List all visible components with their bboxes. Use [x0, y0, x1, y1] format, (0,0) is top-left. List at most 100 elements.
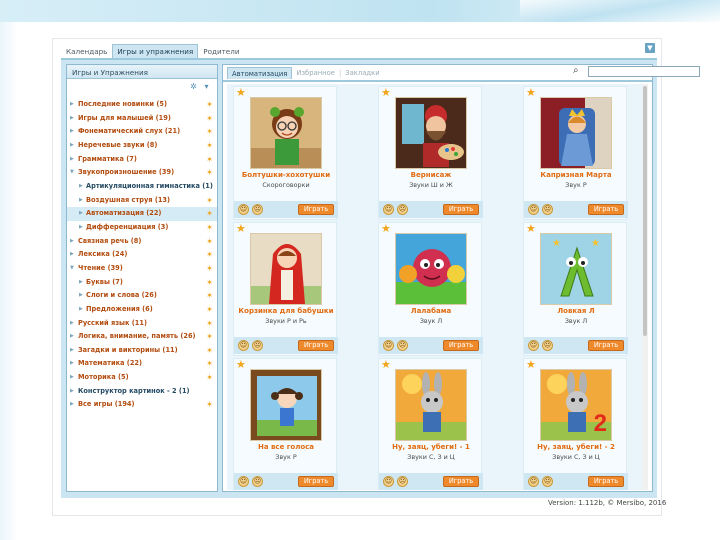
category-item[interactable]: ▶ Связная речь (8) ✶ — [67, 235, 217, 249]
search-input[interactable] — [588, 66, 700, 77]
smiley-icon[interactable]: ☺ — [383, 476, 394, 487]
play-button[interactable]: Играть — [443, 204, 479, 215]
game-thumbnail[interactable] — [395, 97, 467, 169]
smiley-icon[interactable]: ☺ — [528, 340, 539, 351]
mood-icon[interactable]: ☹ — [397, 340, 408, 351]
search-icon[interactable]: ⌕ — [573, 65, 585, 77]
category-item[interactable]: ▶ Воздушная струя (13) ✶ — [67, 194, 217, 208]
collapsed-arrow-icon[interactable]: ▶ — [70, 153, 74, 167]
category-item[interactable]: ▶ Лексика (24) ✶ — [67, 248, 217, 262]
collapsed-arrow-icon[interactable]: ▶ — [70, 398, 74, 412]
play-button[interactable]: Играть — [588, 340, 624, 351]
collapsed-arrow-icon[interactable]: ▶ — [70, 385, 74, 399]
category-item[interactable]: ▶ Загадки и викторины (11) ✶ — [67, 344, 217, 358]
category-item[interactable]: ▶ Последние новинки (5) ✶ — [67, 98, 217, 112]
play-button[interactable]: Играть — [298, 476, 334, 487]
collapsed-arrow-icon[interactable]: ▶ — [70, 371, 74, 385]
game-card[interactable]: ★ Корзинка для бабушки Звуки Р и Рь ☺ ☹ Играт… — [233, 222, 338, 356]
collapsed-arrow-icon[interactable]: ▶ — [79, 289, 83, 303]
tab-favorites[interactable]: Избранное — [292, 67, 339, 79]
play-button[interactable]: Играть — [298, 204, 334, 215]
category-item[interactable]: ▶ Дифференциация (3) ✶ — [67, 221, 217, 235]
category-item[interactable]: ▶ Грамматика (7) ✶ — [67, 153, 217, 167]
collapsed-arrow-icon[interactable]: ▶ — [79, 207, 83, 221]
collapsed-arrow-icon[interactable]: ▶ — [70, 112, 74, 126]
collapsed-arrow-icon[interactable]: ▶ — [70, 125, 74, 139]
collapsed-arrow-icon[interactable]: ▶ — [79, 221, 83, 235]
collapsed-arrow-icon[interactable]: ▶ — [70, 317, 74, 331]
game-thumbnail[interactable] — [395, 233, 467, 305]
collapsed-arrow-icon[interactable]: ▶ — [70, 248, 74, 262]
category-item[interactable]: ▶ Фонематический слух (21) ✶ — [67, 125, 217, 139]
tab-calendar[interactable]: Календарь — [61, 44, 112, 58]
mood-icon[interactable]: ☹ — [252, 340, 263, 351]
mood-icon[interactable]: ☹ — [252, 204, 263, 215]
mood-icon[interactable]: ☹ — [542, 204, 553, 215]
category-item[interactable]: ▶ Конструктор картинок - 2 (1) — [67, 385, 217, 399]
collapsed-arrow-icon[interactable]: ▶ — [70, 98, 74, 112]
game-card[interactable]: ★ Болтушки-хохотушки Скороговорки ☺ ☹ Играть — [233, 86, 338, 220]
smiley-icon[interactable]: ☺ — [238, 204, 249, 215]
collapsed-arrow-icon[interactable]: ▶ — [79, 180, 83, 194]
category-item[interactable]: ▶ Все игры (194) ✶ — [67, 398, 217, 412]
category-item[interactable]: ▶ Буквы (7) ✶ — [67, 276, 217, 290]
expanded-arrow-icon[interactable]: ▼ — [70, 262, 74, 276]
category-item[interactable]: ▶ Моторика (5) ✶ — [67, 371, 217, 385]
game-thumbnail[interactable] — [250, 233, 322, 305]
collapse-all-icon[interactable]: ✲ — [189, 82, 198, 91]
filter-icon[interactable]: ▾ — [202, 82, 211, 91]
tab-automation[interactable]: Автоматизация — [227, 67, 293, 79]
category-item[interactable]: ▶ Логика, внимание, память (26) ✶ — [67, 330, 217, 344]
category-item[interactable]: ▶ Слоги и слова (26) ✶ — [67, 289, 217, 303]
mood-icon[interactable]: ☹ — [542, 340, 553, 351]
mood-icon[interactable]: ☹ — [542, 476, 553, 487]
category-item[interactable]: ▶ Игры для малышей (19) ✶ — [67, 112, 217, 126]
game-thumbnail[interactable] — [250, 97, 322, 169]
smiley-icon[interactable]: ☺ — [383, 204, 394, 215]
collapsed-arrow-icon[interactable]: ▶ — [70, 139, 74, 153]
play-button[interactable]: Играть — [443, 476, 479, 487]
collapsed-arrow-icon[interactable]: ▶ — [79, 303, 83, 317]
play-button[interactable]: Играть — [588, 476, 624, 487]
category-item[interactable]: ▶ Автоматизация (22) ✶ — [67, 207, 217, 221]
game-card[interactable]: ★ Лалабама Звук Л ☺ ☹ Играть — [378, 222, 483, 356]
smiley-icon[interactable]: ☺ — [528, 476, 539, 487]
game-thumbnail[interactable] — [540, 97, 612, 169]
tab-parents[interactable]: Родители — [198, 44, 244, 58]
game-card[interactable]: ★ 2 Ну, заяц, убеги! - 2 Звуки С, З и Ц ☺ ☹ Иг… — [523, 358, 628, 490]
game-card[interactable]: ★ Ну, заяц, убеги! - 1 Звуки С, З и Ц ☺ ☹ Игр… — [378, 358, 483, 490]
smiley-icon[interactable]: ☺ — [238, 476, 249, 487]
collapsed-arrow-icon[interactable]: ▶ — [79, 194, 83, 208]
tab-bookmarks[interactable]: Закладки — [341, 67, 383, 79]
game-card[interactable]: ★ Вернисаж Звуки Ш и Ж ☺ ☹ Играть — [378, 86, 483, 220]
category-item[interactable]: ▶ Предложения (6) ✶ — [67, 303, 217, 317]
smiley-icon[interactable]: ☺ — [238, 340, 249, 351]
game-thumbnail[interactable]: 2 — [540, 369, 612, 441]
game-thumbnail[interactable]: ★ ★ — [540, 233, 612, 305]
mood-icon[interactable]: ☹ — [397, 204, 408, 215]
mood-icon[interactable]: ☹ — [252, 476, 263, 487]
collapsed-arrow-icon[interactable]: ▶ — [70, 330, 74, 344]
collapsed-arrow-icon[interactable]: ▶ — [70, 344, 74, 358]
collapsed-arrow-icon[interactable]: ▶ — [70, 235, 74, 249]
category-item[interactable]: ▶ Артикуляционная гимнастика (1) — [67, 180, 217, 194]
game-card[interactable]: ★ На все голоса Звук Р ☺ ☹ Играть — [233, 358, 338, 490]
collapsed-arrow-icon[interactable]: ▶ — [70, 357, 74, 371]
scrollbar-thumb[interactable] — [643, 86, 647, 336]
category-item[interactable]: ▶ Неречевые звуки (8) ✶ — [67, 139, 217, 153]
collapse-button[interactable]: ▼ — [645, 43, 655, 53]
play-button[interactable]: Играть — [298, 340, 334, 351]
play-button[interactable]: Играть — [588, 204, 624, 215]
play-button[interactable]: Играть — [443, 340, 479, 351]
category-item[interactable]: ▶ Русский язык (11) ✶ — [67, 317, 217, 331]
smiley-icon[interactable]: ☺ — [528, 204, 539, 215]
game-thumbnail[interactable] — [250, 369, 322, 441]
collapsed-arrow-icon[interactable]: ▶ — [79, 276, 83, 290]
tab-games[interactable]: Игры и упражнения — [112, 44, 199, 58]
expanded-arrow-icon[interactable]: ▼ — [70, 166, 74, 180]
game-card[interactable]: ★ Капризная Марта Звук Р ☺ ☹ Играть — [523, 86, 628, 220]
category-item[interactable]: ▼ Звукопроизношение (39) ✶ — [67, 166, 217, 180]
category-item[interactable]: ▼ Чтение (39) ✶ — [67, 262, 217, 276]
smiley-icon[interactable]: ☺ — [383, 340, 394, 351]
game-card[interactable]: ★ ★ ★ Ловкая Л Звук Л ☺ ☹ Играть — [523, 222, 628, 356]
